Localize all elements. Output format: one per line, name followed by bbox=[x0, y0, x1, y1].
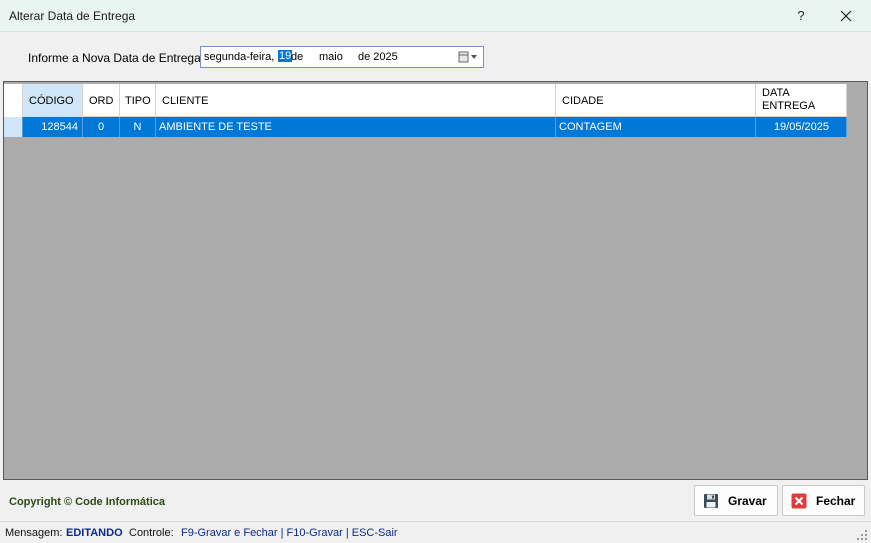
table-row[interactable]: 128544 0 N AMBIENTE DE TESTE CONTAGEM 19… bbox=[4, 117, 847, 137]
col-cidade-label: CIDADE bbox=[562, 95, 604, 107]
col-tipo-label: TIPO bbox=[125, 95, 151, 107]
delivery-date-picker[interactable]: segunda-feira, 19 de maio de 2025 bbox=[200, 46, 484, 68]
gravar-label: Gravar bbox=[728, 494, 767, 508]
help-button[interactable]: ? bbox=[790, 5, 812, 27]
status-mensagem-label: Mensagem: bbox=[5, 527, 63, 539]
row-indicator-header bbox=[4, 84, 23, 117]
col-cidade[interactable]: CIDADE bbox=[556, 84, 756, 117]
cell-ord[interactable]: 0 bbox=[83, 117, 120, 137]
close-icon bbox=[840, 10, 852, 22]
close-red-icon bbox=[791, 493, 807, 509]
col-cliente[interactable]: CLIENTE bbox=[156, 84, 556, 117]
cell-codigo[interactable]: 128544 bbox=[23, 117, 83, 137]
fechar-button[interactable]: Fechar bbox=[782, 485, 865, 516]
footer-panel: Copyright © Code Informática Gravar Fech… bbox=[3, 481, 868, 521]
window-title: Alterar Data de Entrega bbox=[9, 9, 136, 23]
col-ord[interactable]: ORD bbox=[83, 84, 120, 117]
col-ord-label: ORD bbox=[89, 95, 114, 107]
col-cliente-label: CLIENTE bbox=[162, 95, 209, 107]
date-panel: Informe a Nova Data de Entrega: segunda-… bbox=[3, 33, 868, 80]
date-label: Informe a Nova Data de Entrega: bbox=[28, 51, 205, 65]
resize-grip-icon[interactable] bbox=[857, 530, 867, 540]
fechar-label: Fechar bbox=[816, 494, 856, 508]
status-bar: Mensagem: EDITANDO Controle: F9-Gravar e… bbox=[0, 521, 871, 543]
close-button[interactable] bbox=[834, 5, 858, 27]
col-codigo-label: CÓDIGO bbox=[29, 95, 74, 107]
copyright-text: Copyright © Code Informática bbox=[9, 496, 166, 508]
cell-tipo[interactable]: N bbox=[120, 117, 156, 137]
date-weekday[interactable]: segunda-feira, bbox=[204, 51, 274, 63]
col-data-label-line2: ENTREGA bbox=[762, 100, 816, 112]
cell-data-entrega[interactable]: 19/05/2025 bbox=[756, 117, 847, 137]
row-indicator[interactable] bbox=[4, 117, 23, 137]
status-controle-label: Controle: bbox=[129, 527, 174, 539]
gravar-button[interactable]: Gravar bbox=[694, 485, 778, 516]
title-bar: Alterar Data de Entrega ? bbox=[0, 0, 871, 32]
col-data-entrega[interactable]: DATA ENTREGA bbox=[756, 84, 847, 117]
col-data-label-line1: DATA bbox=[762, 87, 790, 99]
calendar-dropdown-icon bbox=[458, 51, 477, 63]
status-mensagem-value: EDITANDO bbox=[66, 527, 123, 539]
cell-cidade[interactable]: CONTAGEM bbox=[556, 117, 756, 137]
calendar-dropdown-button[interactable] bbox=[457, 50, 479, 64]
grid-header: CÓDIGO ORD TIPO CLIENTE CIDADE DATA ENTR… bbox=[4, 84, 847, 117]
date-year-segment[interactable]: de 2025 bbox=[358, 51, 398, 63]
date-separator: de bbox=[291, 51, 304, 63]
cell-cliente[interactable]: AMBIENTE DE TESTE bbox=[156, 117, 556, 137]
date-month[interactable]: maio bbox=[319, 51, 343, 63]
deliveries-grid[interactable]: CÓDIGO ORD TIPO CLIENTE CIDADE DATA ENTR… bbox=[3, 81, 868, 480]
col-codigo[interactable]: CÓDIGO bbox=[23, 84, 83, 117]
col-tipo[interactable]: TIPO bbox=[120, 84, 156, 117]
save-icon bbox=[704, 494, 718, 508]
status-controle-value: F9-Gravar e Fechar | F10-Gravar | ESC-Sa… bbox=[181, 527, 398, 539]
